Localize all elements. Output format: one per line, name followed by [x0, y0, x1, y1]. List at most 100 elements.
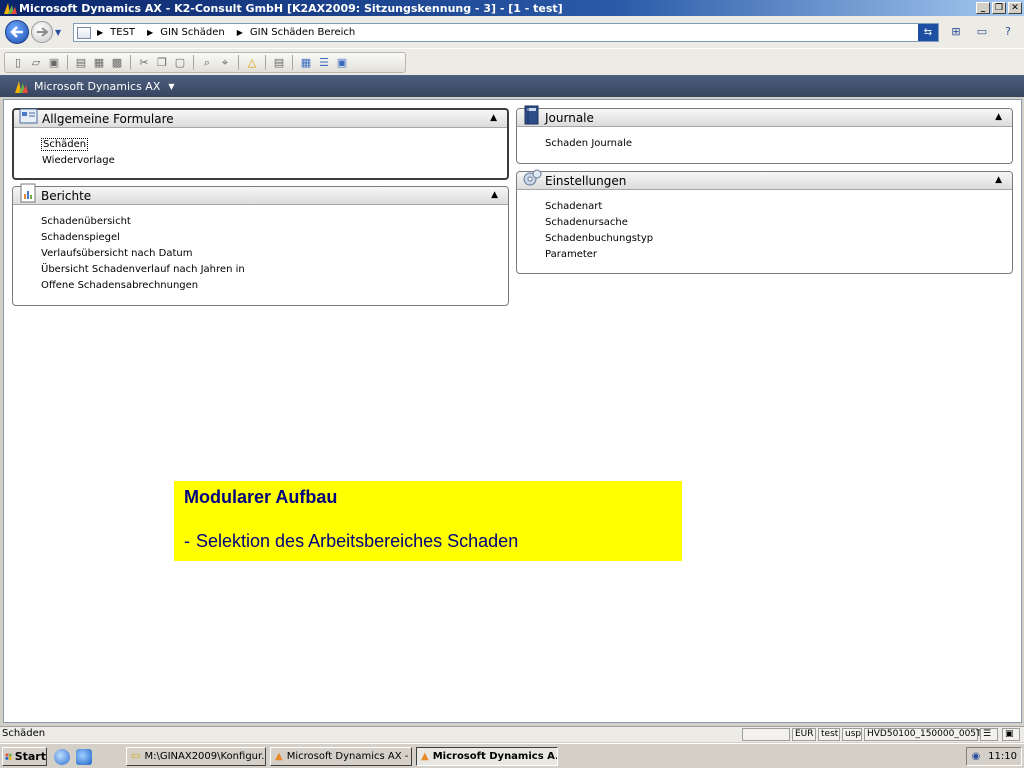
- dynamics-ax-logo-icon: ▲: [421, 751, 429, 762]
- save-icon[interactable]: ▣: [47, 56, 61, 70]
- window-title: Microsoft Dynamics AX - K2-Consult GmbH …: [19, 1, 563, 15]
- document-handling-icon[interactable]: ▤: [272, 56, 286, 70]
- address-row: ▼ ▶ TEST ▶ GIN Schäden ▶ GIN Schäden Bereic…: [0, 16, 1024, 48]
- list-item[interactable]: Schadenart: [545, 199, 1012, 215]
- toolbar-separator: [238, 55, 239, 70]
- group-header[interactable]: Journale ▲: [517, 105, 1012, 127]
- settings-gear-icon: [523, 169, 542, 186]
- back-button[interactable]: [5, 20, 29, 44]
- group-header[interactable]: Berichte ▲: [13, 183, 508, 205]
- group-einstellungen: Einstellungen ▲ Schadenart Schadenursach…: [516, 169, 1013, 274]
- paste-icon[interactable]: ▢: [173, 56, 187, 70]
- group-header[interactable]: Einstellungen ▲: [517, 169, 1012, 190]
- list-item[interactable]: Schadenspiegel: [41, 230, 508, 246]
- status-text: Schäden: [2, 728, 46, 739]
- quicklaunch-ie-icon[interactable]: [76, 749, 92, 765]
- cut-icon[interactable]: ✂: [137, 56, 151, 70]
- folder-icon: ▭: [131, 751, 141, 762]
- report-icon: [20, 183, 36, 203]
- callout-title: Modularer Aufbau: [184, 487, 338, 507]
- history-dropdown-icon[interactable]: ▼: [55, 28, 65, 37]
- group-title: Berichte: [41, 188, 92, 203]
- callout-text: Selektion des Arbeitsbereiches Schaden: [196, 531, 519, 551]
- task-explorer[interactable]: ▭ M:\GINAX2009\Konfigur...: [126, 747, 266, 766]
- dynamics-ax-logo-icon: [4, 3, 17, 14]
- list-item[interactable]: Offene Schadensabrechnungen: [41, 278, 508, 294]
- status-server[interactable]: HVD50100_150000_005T: [864, 728, 982, 741]
- copy-icon[interactable]: ❐: [155, 56, 169, 70]
- collapse-icon[interactable]: ▲: [995, 175, 1002, 185]
- address-bar[interactable]: ▶ TEST ▶ GIN Schäden ▶ GIN Schäden Bereich …: [73, 23, 939, 42]
- filter-icon[interactable]: ⌖: [218, 56, 232, 70]
- list-item[interactable]: Parameter: [545, 247, 1012, 263]
- task-dynamics-ax-2[interactable]: ▲ Microsoft Dynamics A...: [416, 747, 558, 766]
- breadcrumb-gin-schaeden[interactable]: ▶ GIN Schäden: [147, 27, 225, 38]
- network-icon[interactable]: ◉: [971, 751, 980, 762]
- task-dynamics-ax-1[interactable]: ▲ Microsoft Dynamics AX - ...: [270, 747, 412, 766]
- clock: 11:10: [988, 751, 1017, 762]
- list-item[interactable]: Schadenübersicht: [41, 214, 508, 230]
- back-arrow-icon: [10, 26, 23, 38]
- export-icon[interactable]: ▩: [110, 56, 124, 70]
- quicklaunch-explorer-icon[interactable]: [54, 749, 70, 765]
- print-icon[interactable]: ▤: [74, 56, 88, 70]
- list-item[interactable]: Schaden Journale: [545, 136, 1012, 152]
- status-user[interactable]: test: [818, 728, 840, 741]
- print-preview-icon[interactable]: ▦: [92, 56, 106, 70]
- group-allgemeine-formulare: Allgemeine Formulare ▲ Schäden Wiedervor…: [12, 108, 509, 180]
- status-bar: Schäden EUR test usp HVD50100_150000_005…: [0, 726, 1024, 742]
- favorites-icon[interactable]: ▦: [299, 56, 313, 70]
- alert-icon[interactable]: △: [245, 56, 259, 70]
- breadcrumb-gin-schaeden-bereich[interactable]: ▶ GIN Schäden Bereich: [237, 27, 356, 38]
- refresh-go-icon[interactable]: ⇆: [918, 24, 938, 41]
- new-icon[interactable]: ▯: [11, 56, 25, 70]
- close-button[interactable]: ✕: [1008, 2, 1022, 14]
- forward-arrow-icon: [37, 27, 48, 37]
- title-bar: Microsoft Dynamics AX - K2-Consult GmbH …: [0, 0, 1024, 16]
- toolbar: ▯ ▱ ▣ ▤ ▦ ▩ ✂ ❐ ▢ ⌕ ⌖ △ ▤ ▦ ☰ ▣: [0, 48, 1024, 75]
- help-icon[interactable]: ?: [1000, 25, 1016, 39]
- address-page-icon: [77, 26, 91, 39]
- list-item[interactable]: Verlaufsübersicht nach Datum: [41, 246, 508, 262]
- find-icon[interactable]: ⌕: [200, 56, 214, 70]
- list-item[interactable]: Schadenursache: [545, 215, 1012, 231]
- system-tray: ◉ 11:10: [966, 747, 1022, 766]
- collapse-icon[interactable]: ▲: [995, 112, 1002, 122]
- group-journale: Journale ▲ Schaden Journale: [516, 105, 1013, 164]
- list-item[interactable]: Schäden: [40, 137, 507, 153]
- grid-icon[interactable]: ▣: [335, 56, 349, 70]
- status-currency[interactable]: EUR: [792, 728, 816, 741]
- collapse-icon[interactable]: ▲: [491, 190, 498, 200]
- start-button[interactable]: Start: [2, 747, 47, 766]
- forward-button[interactable]: [31, 21, 53, 43]
- breadcrumb-arrow-icon: ▶: [236, 28, 243, 37]
- list-icon[interactable]: ☰: [317, 56, 331, 70]
- group-title: Einstellungen: [545, 173, 627, 188]
- navigation-header[interactable]: Microsoft Dynamics AX ▼: [0, 75, 1024, 97]
- group-header[interactable]: Allgemeine Formulare ▲: [14, 108, 507, 128]
- toolbar-separator: [193, 55, 194, 70]
- collapse-icon[interactable]: ▲: [490, 113, 497, 123]
- breadcrumb-test[interactable]: ▶ TEST: [97, 27, 135, 38]
- toolbar-separator: [292, 55, 293, 70]
- list-item[interactable]: Schadenbuchungstyp: [545, 231, 1012, 247]
- open-icon[interactable]: ▱: [29, 56, 43, 70]
- group-title: Allgemeine Formulare: [42, 111, 174, 126]
- group-berichte: Berichte ▲ Schadenübersicht Schadenspieg…: [12, 183, 509, 306]
- site-map-icon[interactable]: ⊞: [948, 25, 964, 39]
- list-item[interactable]: Wiedervorlage: [42, 153, 507, 169]
- status-notification-icon[interactable]: ☰: [980, 728, 998, 741]
- restore-button[interactable]: ❐: [992, 2, 1006, 14]
- layout-toggle-icon[interactable]: ▭: [974, 25, 990, 39]
- group-title: Journale: [545, 110, 594, 125]
- callout-dash: -: [184, 531, 190, 551]
- list-item[interactable]: Übersicht Schadenverlauf nach Jahren in: [41, 262, 508, 278]
- navigation-header-label: Microsoft Dynamics AX: [34, 79, 161, 93]
- chevron-down-icon: ▼: [168, 81, 175, 91]
- toolbar-separator: [67, 55, 68, 70]
- status-company[interactable]: usp: [842, 728, 862, 741]
- callout-line: - Selektion des Arbeitsbereiches Schaden: [184, 531, 518, 552]
- status-layout-icon[interactable]: ▣: [1002, 728, 1020, 741]
- toolstrip: ▯ ▱ ▣ ▤ ▦ ▩ ✂ ❐ ▢ ⌕ ⌖ △ ▤ ▦ ☰ ▣: [4, 52, 406, 73]
- minimize-button[interactable]: _: [976, 2, 990, 14]
